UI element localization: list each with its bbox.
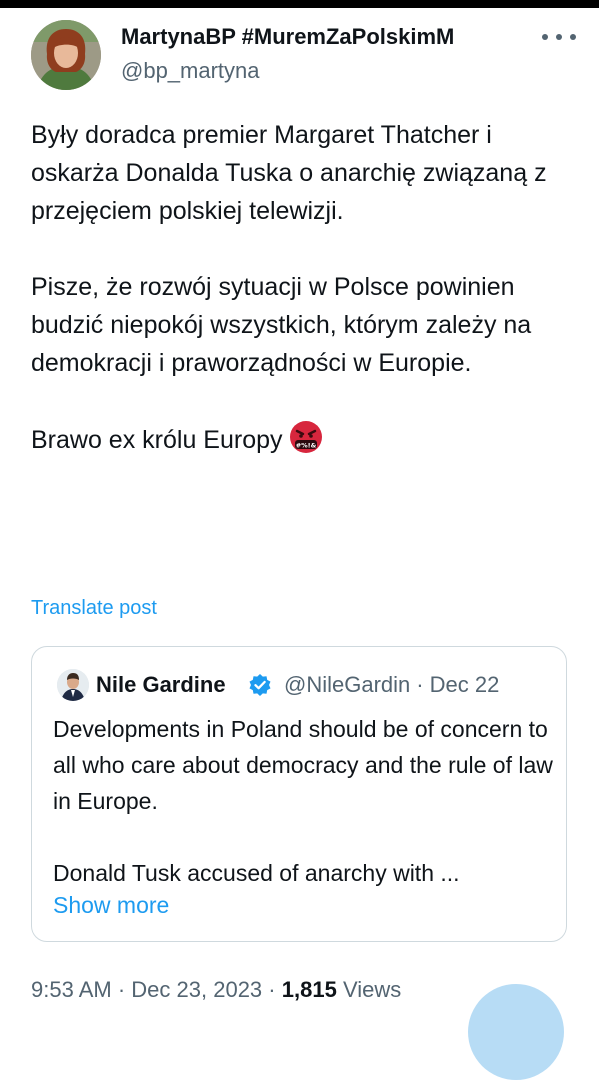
author-display-name[interactable]: MartynaBP #MuremZaPolskimM bbox=[121, 22, 523, 52]
show-more-link[interactable]: Show more bbox=[53, 887, 169, 923]
svg-text:#%!&: #%!& bbox=[295, 442, 316, 450]
top-status-bar bbox=[0, 0, 599, 8]
tweet-metadata: 9:53 AM · Dec 23, 2023 · 1,815 Views bbox=[31, 975, 401, 1005]
views-label: Views bbox=[342, 977, 402, 1002]
tweet-paragraph: Były doradca premier Margaret Thatcher i… bbox=[31, 121, 547, 225]
author-avatar[interactable] bbox=[31, 20, 101, 90]
tweet-paragraph-text: Brawo ex królu Europy bbox=[31, 426, 283, 454]
verified-badge-icon bbox=[248, 673, 272, 701]
more-options-icon[interactable] bbox=[537, 24, 581, 50]
tweet-paragraph: Pisze, że rozwój sytuacji w Polsce powin… bbox=[31, 273, 532, 377]
profile-photo-icon bbox=[57, 669, 89, 701]
author-handle[interactable]: @bp_martyna bbox=[121, 56, 260, 86]
meta-separator: · bbox=[268, 977, 276, 1002]
profile-photo-icon bbox=[31, 20, 101, 90]
quoted-author-avatar[interactable] bbox=[57, 669, 89, 701]
compose-fab-button[interactable] bbox=[468, 984, 564, 1080]
translate-post-link[interactable]: Translate post bbox=[31, 594, 157, 622]
meta-separator: · bbox=[117, 977, 126, 1002]
tweet-paragraph-last: Brawo ex królu Europy #%!& bbox=[31, 420, 576, 465]
quoted-tweet-date[interactable]: Dec 22 bbox=[430, 669, 500, 701]
tweet-date[interactable]: Dec 23, 2023 bbox=[131, 977, 262, 1002]
quoted-tweet-header: Nile Gardine @NileGardin · Dec 22 bbox=[96, 669, 556, 701]
tweet-body: Były doradca premier Margaret Thatcher i… bbox=[31, 116, 576, 465]
quoted-tweet-body: Developments in Poland should be of conc… bbox=[53, 711, 553, 891]
quoted-tweet-paragraph: Developments in Poland should be of conc… bbox=[53, 716, 553, 814]
tweet-time[interactable]: 9:53 AM bbox=[31, 977, 112, 1002]
views-count: 1,815 bbox=[281, 977, 337, 1002]
quoted-tweet-paragraph: Donald Tusk accused of anarchy with ... bbox=[53, 860, 460, 886]
quoted-tweet-card[interactable]: Nile Gardine @NileGardin · Dec 22 Developm… bbox=[31, 646, 567, 942]
quoted-author-handle[interactable]: @NileGardin bbox=[284, 669, 410, 701]
angry-face-with-symbols-icon: #%!& bbox=[289, 420, 323, 465]
quoted-author-name[interactable]: Nile Gardine bbox=[96, 669, 246, 701]
quoted-header-separator: · bbox=[416, 672, 424, 697]
